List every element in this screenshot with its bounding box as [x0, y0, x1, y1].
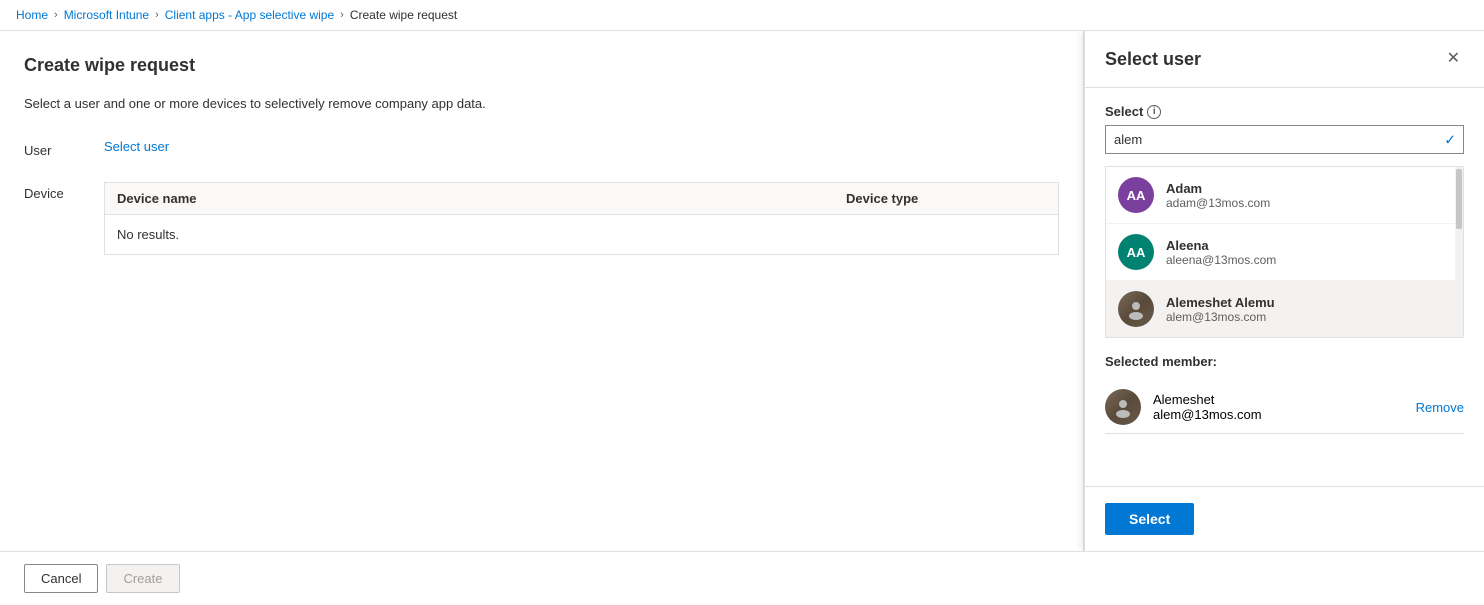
selected-member-item: Alemeshet alem@13mos.com Remove: [1105, 381, 1464, 434]
breadcrumb-home[interactable]: Home: [16, 8, 48, 22]
select-label: Select i: [1105, 104, 1464, 119]
avatar-selected: [1105, 389, 1141, 425]
cancel-button[interactable]: Cancel: [24, 564, 98, 593]
user-item-alemeshet[interactable]: Alemeshet Alemu alem@13mos.com: [1106, 281, 1463, 337]
avatar-alemeshet: [1118, 291, 1154, 327]
user-list: AA Adam adam@13mos.com AA Aleena aleena@…: [1105, 166, 1464, 338]
device-row: Device Device name Device type No result…: [24, 182, 1059, 255]
user-label: User: [24, 139, 104, 158]
device-name-col: Device name: [117, 191, 846, 206]
main-panel: Create wipe request Select a user and on…: [0, 31, 1084, 551]
user-name-alemeshet: Alemeshet Alemu: [1166, 295, 1275, 310]
breadcrumb-intune[interactable]: Microsoft Intune: [64, 8, 149, 22]
breadcrumb-client-apps[interactable]: Client apps - App selective wipe: [165, 8, 334, 22]
list-scrollbar-thumb: [1456, 169, 1462, 229]
selected-member-name: Alemeshet: [1153, 392, 1416, 407]
device-table: Device name Device type No results.: [104, 182, 1059, 255]
create-button: Create: [106, 564, 179, 593]
device-table-header: Device name Device type: [105, 183, 1058, 215]
user-info-adam: Adam adam@13mos.com: [1166, 181, 1270, 210]
user-item-aleena[interactable]: AA Aleena aleena@13mos.com: [1106, 224, 1463, 281]
selected-member-email: alem@13mos.com: [1153, 407, 1416, 422]
flyout-select-button[interactable]: Select: [1105, 503, 1194, 535]
selected-member-info: Alemeshet alem@13mos.com: [1153, 392, 1416, 422]
person-silhouette-icon: [1125, 298, 1147, 320]
flyout-title: Select user: [1105, 49, 1201, 70]
user-list-scroll[interactable]: AA Adam adam@13mos.com AA Aleena aleena@…: [1106, 167, 1463, 337]
user-info-aleena: Aleena aleena@13mos.com: [1166, 238, 1276, 267]
page-title: Create wipe request: [24, 55, 1059, 76]
bottom-bar: Cancel Create: [0, 551, 1484, 605]
avatar-adam: AA: [1118, 177, 1154, 213]
select-info-icon[interactable]: i: [1147, 105, 1161, 119]
page-description: Select a user and one or more devices to…: [24, 96, 1059, 111]
selected-member-label: Selected member:: [1105, 354, 1464, 369]
user-value: Select user: [104, 139, 1059, 154]
user-item-adam[interactable]: AA Adam adam@13mos.com: [1106, 167, 1463, 224]
avatar-aleena: AA: [1118, 234, 1154, 270]
flyout-footer: Select: [1085, 486, 1484, 551]
device-label: Device: [24, 182, 104, 201]
flyout-close-button[interactable]: ✕: [1443, 47, 1464, 71]
user-email-aleena: aleena@13mos.com: [1166, 253, 1276, 267]
breadcrumb-sep-1: ›: [54, 9, 58, 21]
user-search-input[interactable]: [1105, 125, 1464, 154]
avatar-selected-inner: [1105, 389, 1141, 425]
user-email-alemeshet: alem@13mos.com: [1166, 310, 1275, 324]
user-name-adam: Adam: [1166, 181, 1270, 196]
select-user-flyout: Select user ✕ Select i ✓ AA: [1084, 31, 1484, 551]
breadcrumb-sep-2: ›: [155, 9, 159, 21]
selected-person-icon: [1112, 396, 1134, 418]
breadcrumb: Home › Microsoft Intune › Client apps - …: [0, 0, 1484, 31]
no-results: No results.: [117, 227, 179, 242]
search-wrapper: ✓: [1105, 125, 1464, 154]
remove-member-link[interactable]: Remove: [1416, 400, 1464, 415]
breadcrumb-current: Create wipe request: [350, 8, 457, 22]
avatar-photo-inner: [1118, 291, 1154, 327]
search-checkmark-icon: ✓: [1444, 131, 1456, 148]
list-scrollbar[interactable]: [1455, 167, 1463, 337]
flyout-content: Select i ✓ AA Adam adam@13mos.com: [1085, 88, 1484, 486]
user-name-aleena: Aleena: [1166, 238, 1276, 253]
select-user-link[interactable]: Select user: [104, 139, 169, 154]
breadcrumb-sep-3: ›: [340, 9, 344, 21]
device-type-col: Device type: [846, 191, 1046, 206]
user-row: User Select user: [24, 139, 1059, 158]
device-table-body: No results.: [105, 215, 1058, 254]
user-email-adam: adam@13mos.com: [1166, 196, 1270, 210]
flyout-header: Select user ✕: [1085, 31, 1484, 88]
user-info-alemeshet: Alemeshet Alemu alem@13mos.com: [1166, 295, 1275, 324]
